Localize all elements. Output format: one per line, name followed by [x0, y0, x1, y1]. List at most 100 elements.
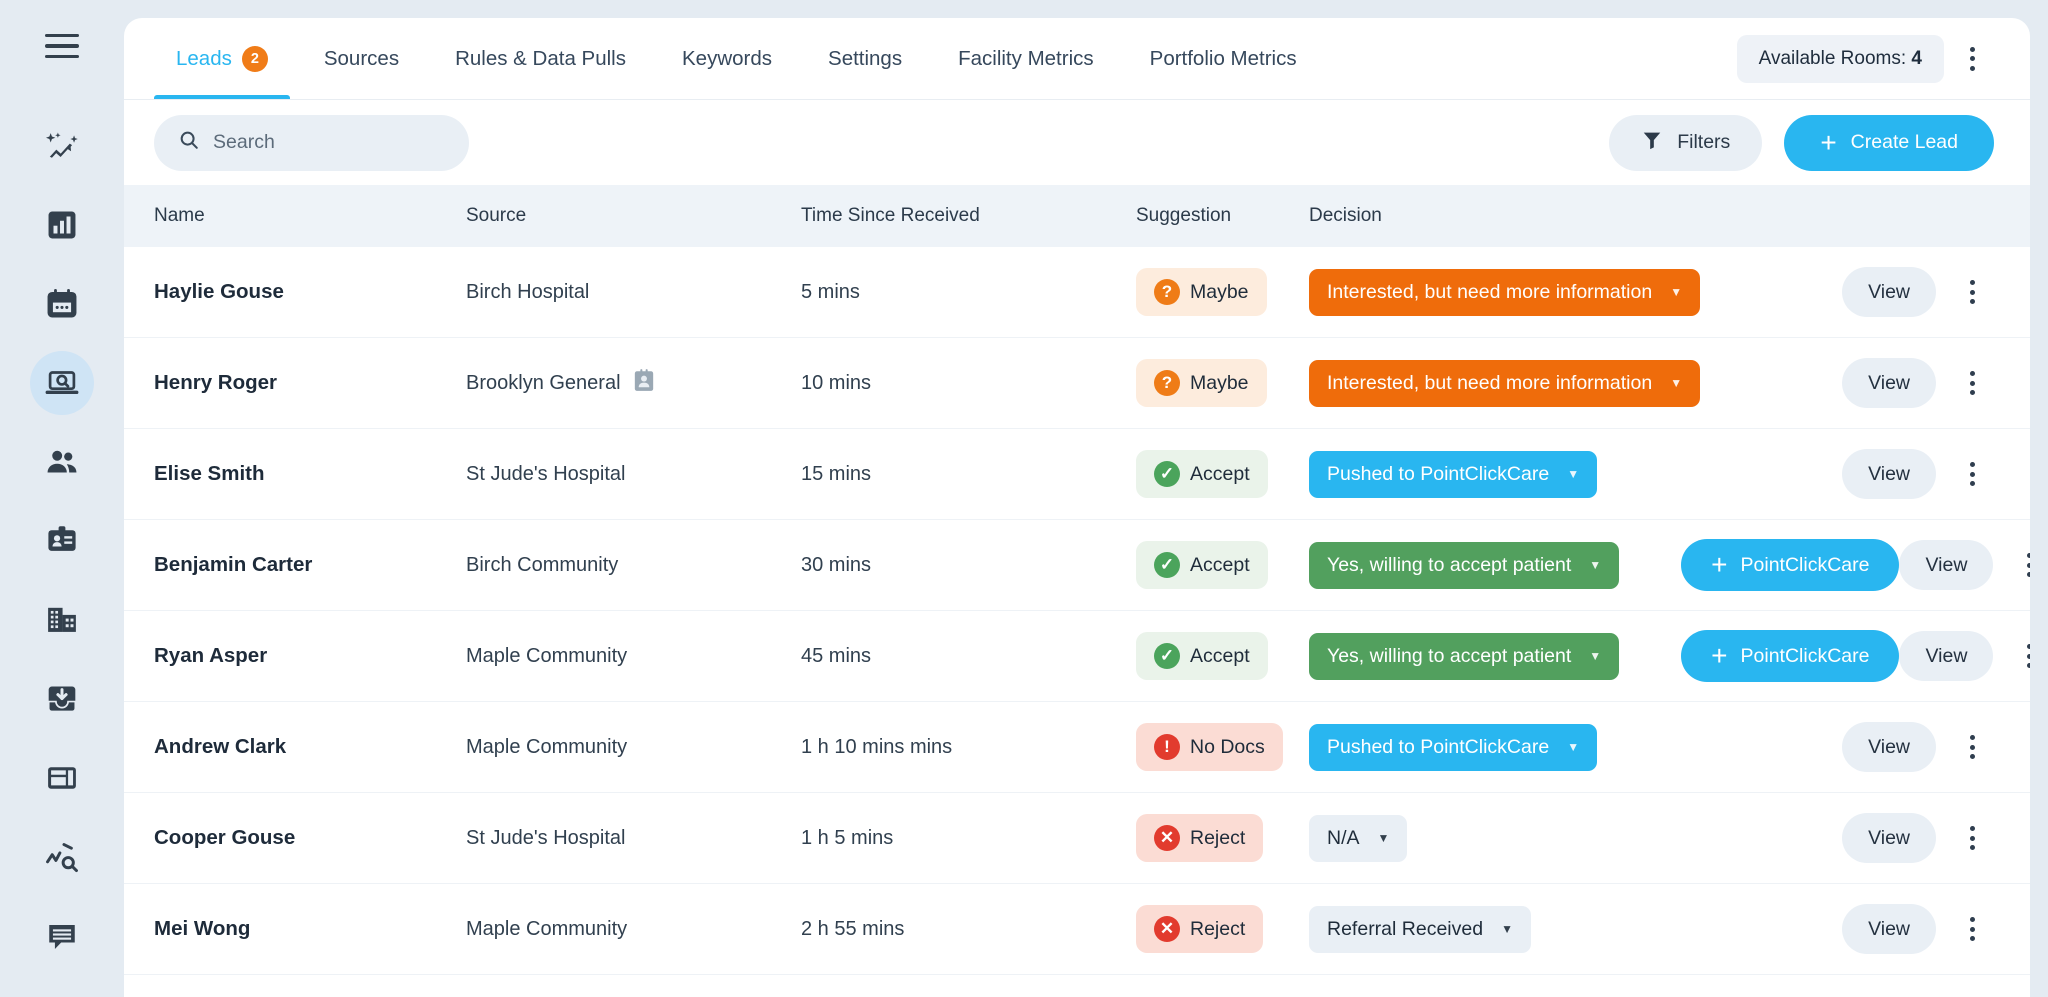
tab-leads[interactable]: Leads 2	[154, 18, 290, 99]
pointclickcare-button[interactable]: + PointClickCare	[1681, 630, 1900, 682]
tab-sources[interactable]: Sources	[302, 18, 421, 99]
tab-portfolio-metrics[interactable]: Portfolio Metrics	[1128, 18, 1319, 99]
sidebar-nav-list	[30, 114, 94, 983]
column-header-name: Name	[154, 205, 205, 226]
decision-label: Yes, willing to accept patient	[1327, 553, 1572, 576]
time-since-received: 30 mins	[801, 553, 872, 576]
view-button[interactable]: View	[1899, 631, 1994, 681]
view-button[interactable]: View	[1842, 267, 1936, 317]
pointclickcare-label: PointClickCare	[1740, 553, 1870, 576]
lead-name: Benjamin Carter	[154, 553, 313, 576]
row-actions: View	[1899, 540, 2030, 590]
sidebar-item-inbox[interactable]	[30, 667, 94, 731]
search-box[interactable]	[154, 114, 469, 171]
chevron-down-icon: ▼	[1501, 922, 1513, 936]
suggestion-cell: ✓ Accept	[1136, 450, 1309, 498]
suggestion-badge: ✕ Reject	[1136, 905, 1264, 953]
lead-source-cell: Maple Community	[466, 736, 801, 759]
tab-list: Leads 2 Sources Rules & Data Pulls Keywords S…	[124, 18, 1331, 99]
row-more-options-icon[interactable]	[1950, 907, 1994, 951]
more-options-icon[interactable]	[1950, 37, 1994, 81]
suggestion-label: No Docs	[1190, 735, 1265, 758]
tab-rules-data-pulls[interactable]: Rules & Data Pulls	[433, 18, 648, 99]
lead-source-cell: Brooklyn General	[466, 368, 801, 398]
row-more-options-icon[interactable]	[2007, 543, 2030, 587]
sidebar-item-facilities[interactable]	[30, 588, 94, 652]
decision-dropdown[interactable]: Referral Received ▼	[1309, 905, 1531, 953]
view-button[interactable]: View	[1842, 813, 1936, 863]
view-button[interactable]: View	[1899, 540, 1994, 590]
tab-facility-metrics[interactable]: Facility Metrics	[936, 18, 1116, 99]
available-rooms-badge[interactable]: Available Rooms: 4	[1736, 34, 1944, 83]
row-more-options-icon[interactable]	[1950, 725, 1994, 769]
lead-source: Brooklyn General	[466, 371, 621, 394]
suggestion-label: Accept	[1190, 644, 1250, 667]
sidebar-item-billing[interactable]	[30, 746, 94, 810]
column-header-source: Source	[466, 205, 527, 226]
decision-label: Referral Received	[1327, 917, 1484, 940]
time-since-received: 45 mins	[801, 644, 872, 667]
filters-button[interactable]: Filters	[1609, 114, 1763, 171]
lead-name: Mei Wong	[154, 917, 251, 940]
suggestion-status-icon: ✕	[1154, 825, 1180, 851]
view-button[interactable]: View	[1842, 358, 1936, 408]
decision-dropdown[interactable]: N/A ▼	[1309, 814, 1408, 862]
row-more-options-icon[interactable]	[1950, 270, 1994, 314]
view-button[interactable]: View	[1842, 722, 1936, 772]
decision-dropdown[interactable]: Interested, but need more information ▼	[1309, 268, 1701, 316]
table-header-row: Name Source Time Since Received Suggestion D…	[124, 185, 2030, 247]
decision-label: Pushed to PointClickCare	[1327, 462, 1550, 485]
row-more-options-icon[interactable]	[1950, 361, 1994, 405]
row-actions: View	[1842, 813, 1994, 863]
sidebar-item-messages[interactable]	[30, 904, 94, 968]
row-more-options-icon[interactable]	[1950, 452, 1994, 496]
decision-dropdown[interactable]: Yes, willing to accept patient ▼	[1309, 632, 1620, 680]
row-more-options-icon[interactable]	[1950, 816, 1994, 860]
card-layout-icon	[45, 761, 79, 795]
suggestion-badge: ✓ Accept	[1136, 450, 1268, 498]
suggestion-status-icon: ?	[1154, 279, 1180, 305]
pointclickcare-button[interactable]: + PointClickCare	[1681, 539, 1900, 591]
suggestion-badge: ! No Docs	[1136, 723, 1283, 771]
lead-source: Maple Community	[466, 644, 628, 667]
decision-cell: N/A ▼	[1309, 814, 1842, 862]
inbox-download-icon	[45, 682, 79, 716]
view-button[interactable]: View	[1842, 904, 1936, 954]
sidebar-item-trends[interactable]	[30, 825, 94, 889]
tab-keywords[interactable]: Keywords	[660, 18, 794, 99]
sidebar-item-ai-insights[interactable]	[30, 114, 94, 178]
sidebar-item-people[interactable]	[30, 430, 94, 494]
chevron-down-icon: ▼	[1589, 649, 1602, 663]
suggestion-badge: ✓ Accept	[1136, 632, 1268, 680]
sidebar-item-leads[interactable]	[30, 351, 94, 415]
search-input[interactable]	[213, 131, 445, 154]
message-icon	[45, 919, 79, 953]
lead-name: Haylie Gouse	[154, 280, 284, 303]
column-header-decision: Decision	[1309, 205, 1382, 226]
tab-bar: Leads 2 Sources Rules & Data Pulls Keywords S…	[124, 18, 2030, 100]
suggestion-cell: ✕ Reject	[1136, 814, 1309, 862]
decision-dropdown[interactable]: Pushed to PointClickCare ▼	[1309, 723, 1598, 771]
sidebar-item-analytics[interactable]	[30, 193, 94, 257]
decision-dropdown[interactable]: Pushed to PointClickCare ▼	[1309, 450, 1598, 498]
suggestion-label: Accept	[1190, 462, 1250, 485]
leads-table: Name Source Time Since Received Suggestion D…	[124, 185, 2030, 975]
decision-dropdown[interactable]: Yes, willing to accept patient ▼	[1309, 541, 1620, 589]
lead-source: Maple Community	[466, 917, 628, 940]
row-more-options-icon[interactable]	[2007, 634, 2030, 678]
sidebar-item-staff-badge[interactable]	[30, 509, 94, 573]
chevron-down-icon: ▼	[1567, 740, 1580, 754]
view-button[interactable]: View	[1842, 449, 1936, 499]
sparkle-chart-icon	[45, 129, 79, 163]
filters-label: Filters	[1677, 131, 1731, 153]
available-rooms-label: Available Rooms:	[1758, 47, 1907, 69]
menu-icon[interactable]	[40, 24, 84, 68]
chevron-down-icon: ▼	[1670, 376, 1683, 390]
create-lead-button[interactable]: + Create Lead	[1784, 114, 1994, 171]
decision-dropdown[interactable]: Interested, but need more information ▼	[1309, 359, 1701, 407]
sidebar-item-calendar[interactable]	[30, 272, 94, 336]
tab-settings[interactable]: Settings	[806, 18, 924, 99]
tab-label: Leads	[176, 46, 232, 70]
bar-chart-icon	[45, 208, 79, 242]
table-row: Henry Roger Brooklyn General 10 mins? Maybe…	[124, 338, 2030, 429]
